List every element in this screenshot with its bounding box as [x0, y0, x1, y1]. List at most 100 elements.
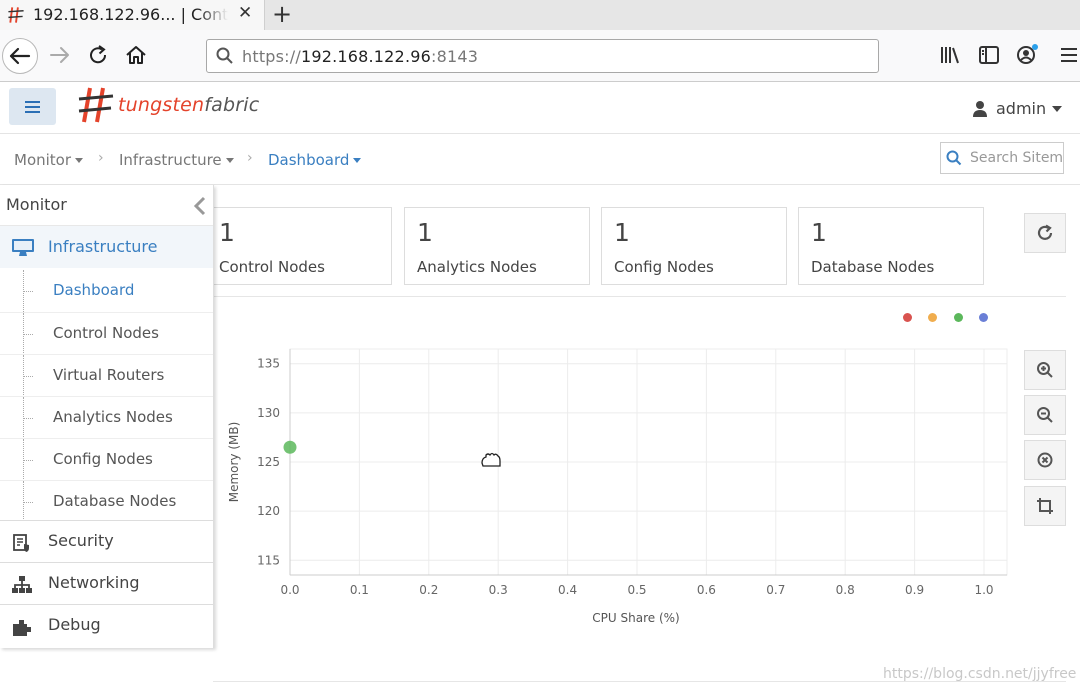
browser-tabstrip: 192.168.122.96... | Contrail ✕ +	[0, 0, 1080, 30]
card-analytics-nodes[interactable]: 1 Analytics Nodes	[404, 207, 590, 285]
watermark: https://blog.csdn.net/jjyfree	[883, 666, 1077, 682]
x-tick-label: 0.6	[697, 583, 716, 597]
tab-title: 192.168.122.96... | Contrail	[33, 5, 228, 24]
legend-dot[interactable]	[928, 313, 937, 322]
sidebar-item-label: Debug	[48, 615, 101, 634]
sidebar-item-analytics-nodes[interactable]: Analytics Nodes	[0, 396, 213, 439]
breadcrumb: Monitor › Infrastructure › Dashboard Sea…	[0, 134, 1080, 185]
sidebar-item-label: Dashboard	[53, 281, 135, 299]
sidebar-header: Monitor	[0, 185, 213, 225]
url-bar[interactable]: https://192.168.122.96:8143	[206, 39, 879, 73]
x-tick-label: 0.2	[419, 583, 438, 597]
y-tick-label: 135	[257, 357, 280, 371]
x-tick-label: 0.7	[766, 583, 785, 597]
menu-toggle-button[interactable]	[9, 88, 56, 125]
y-tick-label: 120	[257, 504, 280, 518]
zoom-out-icon	[1037, 407, 1053, 423]
debug-icon	[13, 620, 31, 636]
card-count: 1	[417, 218, 433, 247]
tungsten-favicon-icon	[8, 7, 24, 23]
reload-button[interactable]	[85, 42, 111, 68]
sidebar-item-label: Networking	[48, 573, 140, 592]
sidebar-item-virtual-routers[interactable]: Virtual Routers	[0, 354, 213, 397]
card-count: 1	[811, 218, 827, 247]
reset-zoom-button[interactable]	[1024, 440, 1066, 480]
sidebar-item-control-nodes[interactable]: Control Nodes	[0, 312, 213, 355]
card-label: Analytics Nodes	[417, 258, 537, 276]
account-icon[interactable]	[1014, 42, 1040, 68]
y-axis-label: Memory (MB)	[227, 422, 241, 503]
tungsten-logo-icon	[78, 87, 114, 123]
breadcrumb-infrastructure[interactable]: Infrastructure	[119, 151, 234, 169]
card-database-nodes[interactable]: 1 Database Nodes	[798, 207, 984, 285]
card-count: 1	[614, 218, 630, 247]
legend-dot[interactable]	[954, 313, 963, 322]
sidebar-item-label: Control Nodes	[53, 324, 159, 342]
x-axis-label: CPU Share (%)	[592, 611, 679, 625]
sidebar-item-label: Database Nodes	[53, 492, 177, 510]
breadcrumb-monitor[interactable]: Monitor	[14, 151, 84, 169]
chevron-down-icon[interactable]	[1052, 106, 1062, 112]
sidebar-item-label: Virtual Routers	[53, 366, 165, 384]
back-button[interactable]	[2, 38, 38, 74]
crop-button[interactable]	[1024, 486, 1066, 526]
sidebar-item-networking[interactable]: Networking	[0, 562, 213, 604]
sidebar-item-debug[interactable]: Debug	[0, 604, 213, 646]
sidebar-item-database-nodes[interactable]: Database Nodes	[0, 480, 213, 523]
sidebar-item-security[interactable]: Security	[0, 520, 213, 562]
sidebar-item-label: Analytics Nodes	[53, 408, 173, 426]
hamburger-menu-icon[interactable]	[1055, 42, 1080, 68]
legend-dot[interactable]	[903, 313, 912, 322]
x-tick-label: 0.4	[558, 583, 577, 597]
card-config-nodes[interactable]: 1 Config Nodes	[601, 207, 787, 285]
search-icon	[216, 47, 233, 64]
zoom-in-button[interactable]	[1024, 350, 1066, 390]
zoom-in-icon	[1037, 362, 1053, 378]
browser-navbar: https://192.168.122.96:8143	[0, 30, 1080, 82]
reset-icon	[1037, 452, 1053, 468]
zoom-out-button[interactable]	[1024, 395, 1066, 435]
x-tick-label: 0.1	[350, 583, 369, 597]
breadcrumb-separator: ›	[98, 150, 104, 166]
brand-name: tungstenfabric	[118, 94, 260, 116]
x-tick-label: 1.0	[974, 583, 993, 597]
user-icon	[973, 101, 987, 117]
y-tick-label: 115	[257, 553, 280, 567]
forward-button[interactable]	[47, 42, 73, 68]
card-count: 1	[219, 218, 235, 247]
arrow-left-icon	[9, 47, 31, 65]
sidebar-item-config-nodes[interactable]: Config Nodes	[0, 438, 213, 481]
refresh-button[interactable]	[1024, 213, 1066, 253]
crop-icon	[1037, 498, 1053, 514]
hand-cursor-icon	[481, 452, 501, 467]
refresh-icon	[1037, 224, 1053, 240]
legend-dot[interactable]	[979, 313, 988, 322]
sidebar-item-dashboard[interactable]: Dashboard	[0, 270, 213, 312]
x-tick-label: 0.8	[836, 583, 855, 597]
x-tick-label: 0.0	[280, 583, 299, 597]
card-label: Config Nodes	[614, 258, 714, 276]
plot-area	[289, 348, 1008, 576]
breadcrumb-dashboard[interactable]: Dashboard	[268, 151, 362, 169]
close-tab-icon[interactable]: ✕	[238, 3, 252, 23]
card-control-nodes[interactable]: 1 Control Nodes	[206, 207, 392, 285]
url-text: https://192.168.122.96:8143	[242, 47, 479, 66]
sidebar-item-infrastructure[interactable]: Infrastructure	[0, 225, 213, 268]
browser-tab[interactable]: 192.168.122.96... | Contrail ✕	[0, 0, 265, 30]
new-tab-button[interactable]: +	[272, 0, 292, 28]
search-icon	[946, 150, 962, 166]
search-sitemap-input[interactable]: Search Sitemap	[940, 142, 1064, 174]
sidebar-item-label: Security	[48, 531, 114, 550]
monitor-icon	[12, 239, 34, 256]
sidebar-item-label: Config Nodes	[53, 450, 153, 468]
x-tick-label: 0.3	[489, 583, 508, 597]
networking-icon	[12, 576, 32, 593]
security-icon	[13, 534, 29, 552]
sidebar-toggle-icon[interactable]	[976, 42, 1002, 68]
home-button[interactable]	[123, 42, 149, 68]
sidebar-item-label: Infrastructure	[48, 237, 158, 256]
search-placeholder: Search Sitemap	[970, 150, 1064, 166]
y-tick-label: 125	[257, 455, 280, 469]
chevron-left-icon[interactable]	[193, 196, 207, 216]
library-icon[interactable]	[938, 42, 964, 68]
